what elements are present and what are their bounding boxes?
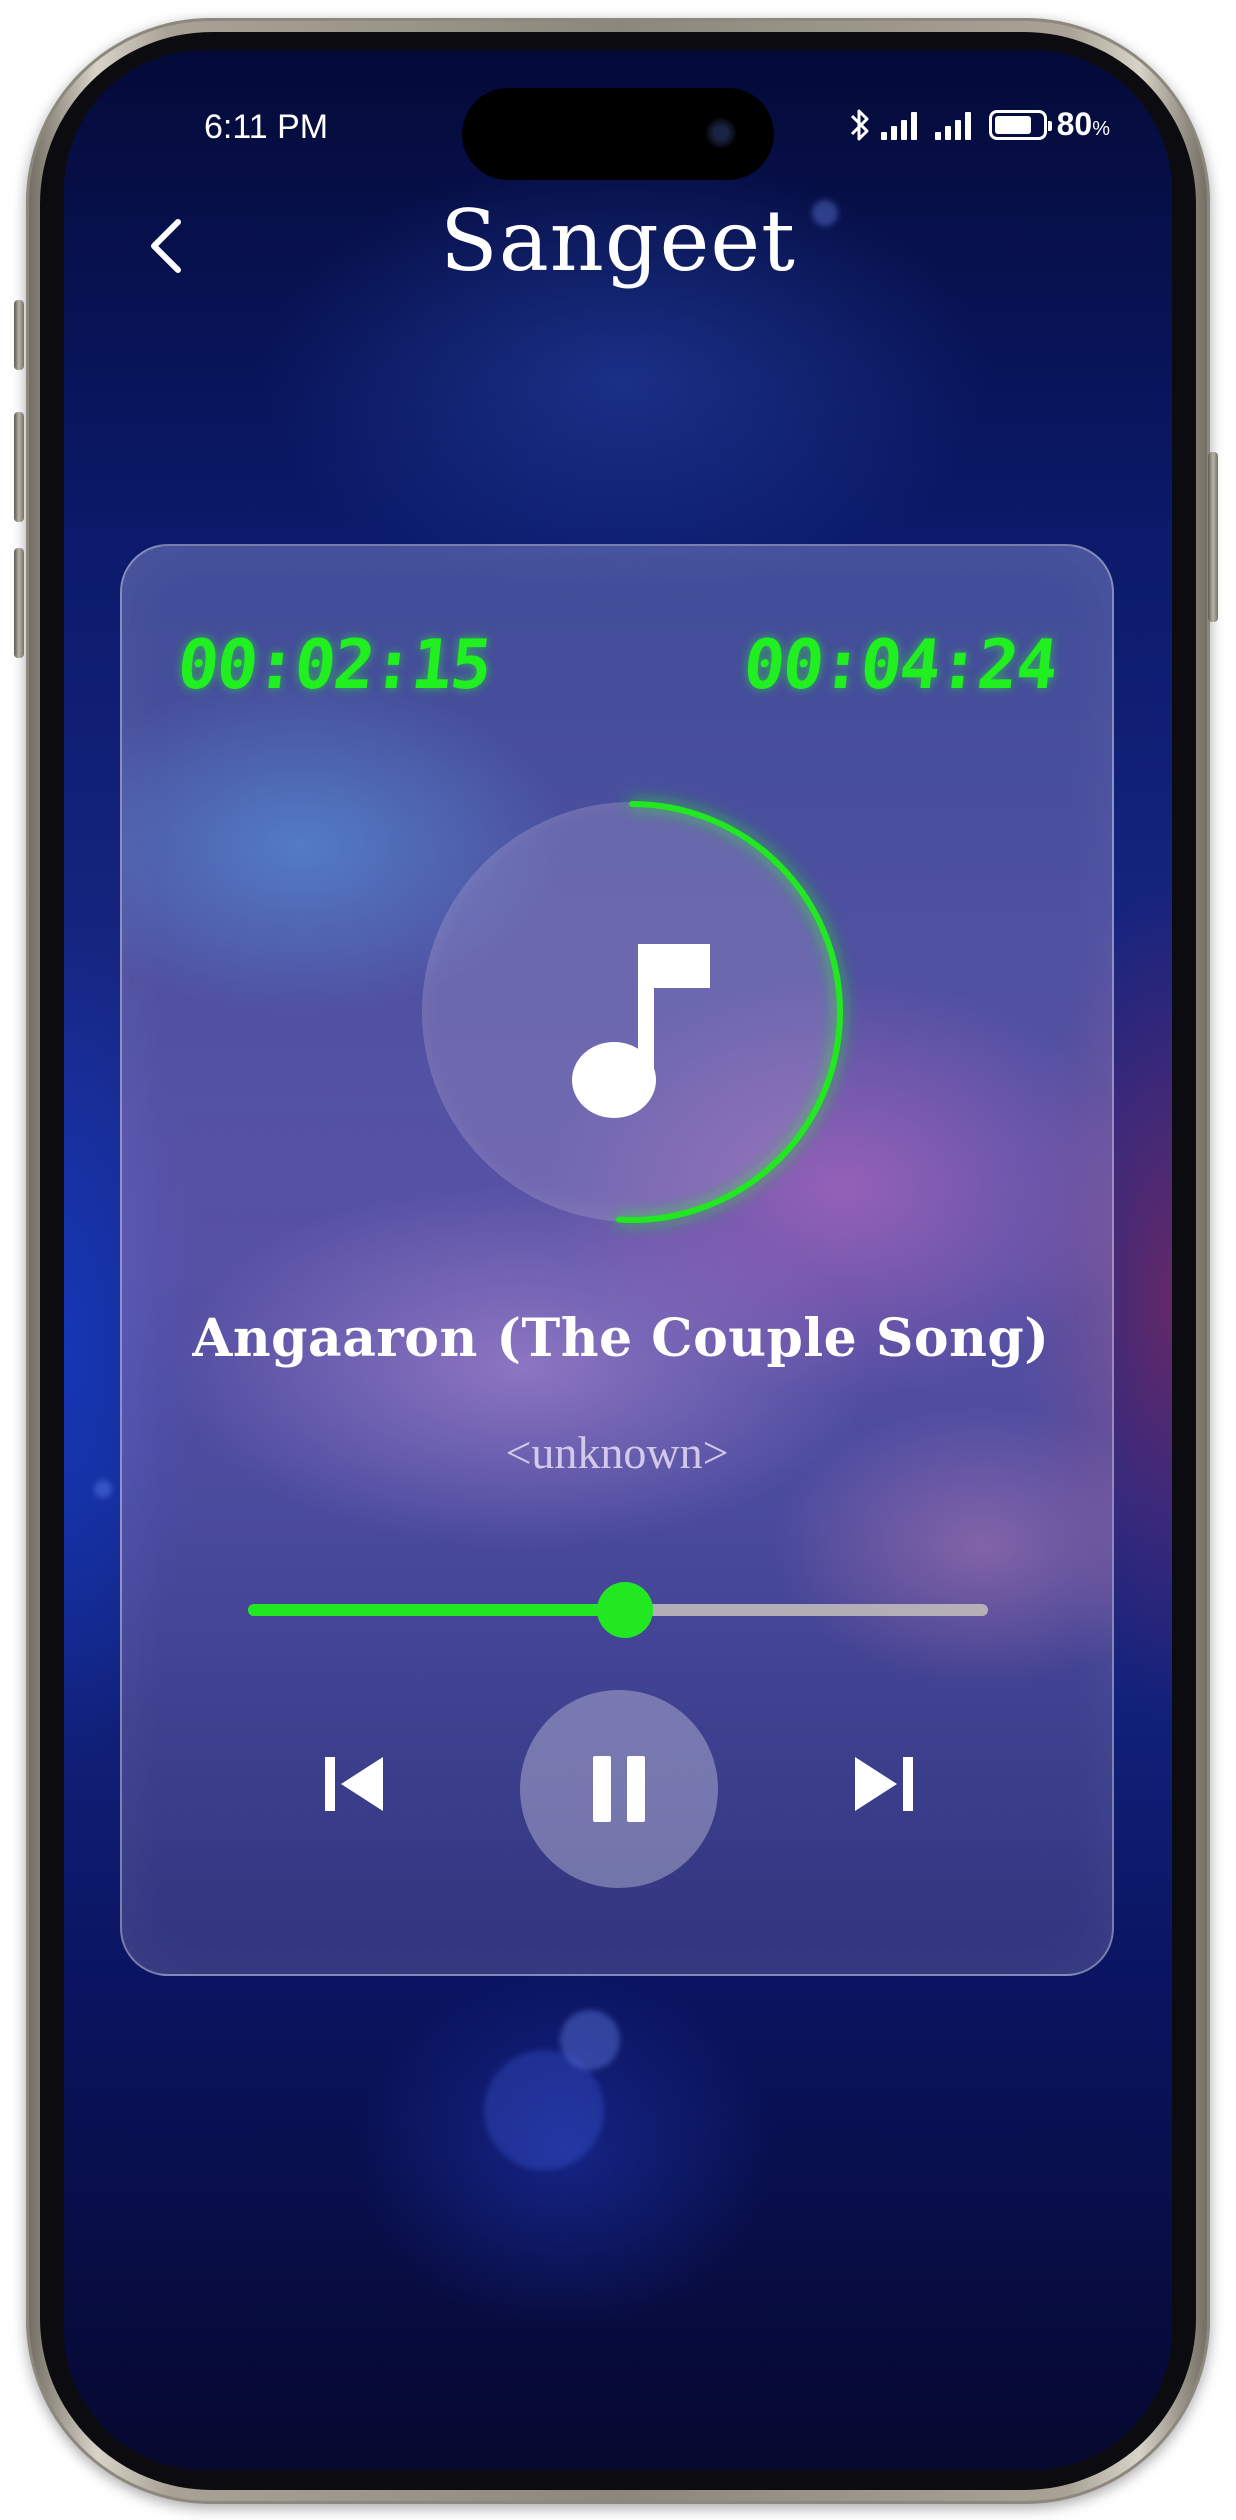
status-time: 6:11 PM bbox=[204, 108, 329, 146]
elapsed-time: 00:02:15 bbox=[173, 626, 494, 705]
song-artist: <unknown> bbox=[505, 1427, 729, 1478]
bg-bokeh bbox=[94, 1480, 112, 1498]
skip-previous-icon bbox=[325, 1757, 383, 1811]
status-icons: 80% bbox=[849, 106, 1110, 143]
camera-icon bbox=[706, 118, 736, 148]
player-card: 00:02:15 00:04:24 Angaaron (The Couple S… bbox=[120, 544, 1114, 1976]
dynamic-island bbox=[462, 88, 774, 180]
seek-slider[interactable] bbox=[248, 1580, 988, 1640]
app-screen: 6:11 PM 80% Sangeet 00:02:15 00:04:24 An… bbox=[64, 50, 1172, 2470]
volume-down-button bbox=[14, 548, 24, 658]
artwork-disc bbox=[402, 762, 862, 1223]
bluetooth-icon bbox=[850, 109, 869, 140]
volume-up-button bbox=[14, 412, 24, 522]
pause-icon bbox=[593, 1756, 645, 1822]
pause-button[interactable] bbox=[520, 1690, 718, 1888]
battery-fill bbox=[994, 115, 1032, 134]
signal-icon bbox=[934, 110, 979, 140]
page-title: Sangeet bbox=[440, 192, 796, 290]
battery-percent: 80% bbox=[1056, 106, 1110, 142]
signal-icon bbox=[880, 110, 925, 140]
seek-thumb[interactable] bbox=[597, 1582, 654, 1638]
power-button bbox=[1208, 452, 1218, 622]
music-note-icon bbox=[572, 944, 710, 1118]
previous-track-button[interactable] bbox=[306, 1736, 402, 1832]
next-track-button[interactable] bbox=[836, 1736, 932, 1832]
seek-progress bbox=[248, 1604, 626, 1616]
skip-next-icon bbox=[855, 1757, 913, 1811]
bg-bokeh bbox=[484, 2050, 604, 2170]
song-title: Angaaron (The Couple Song) Lyric bbox=[192, 1308, 1056, 1369]
total-time: 00:04:24 bbox=[740, 626, 1061, 705]
battery-icon bbox=[988, 109, 1052, 140]
silent-switch bbox=[14, 300, 24, 370]
